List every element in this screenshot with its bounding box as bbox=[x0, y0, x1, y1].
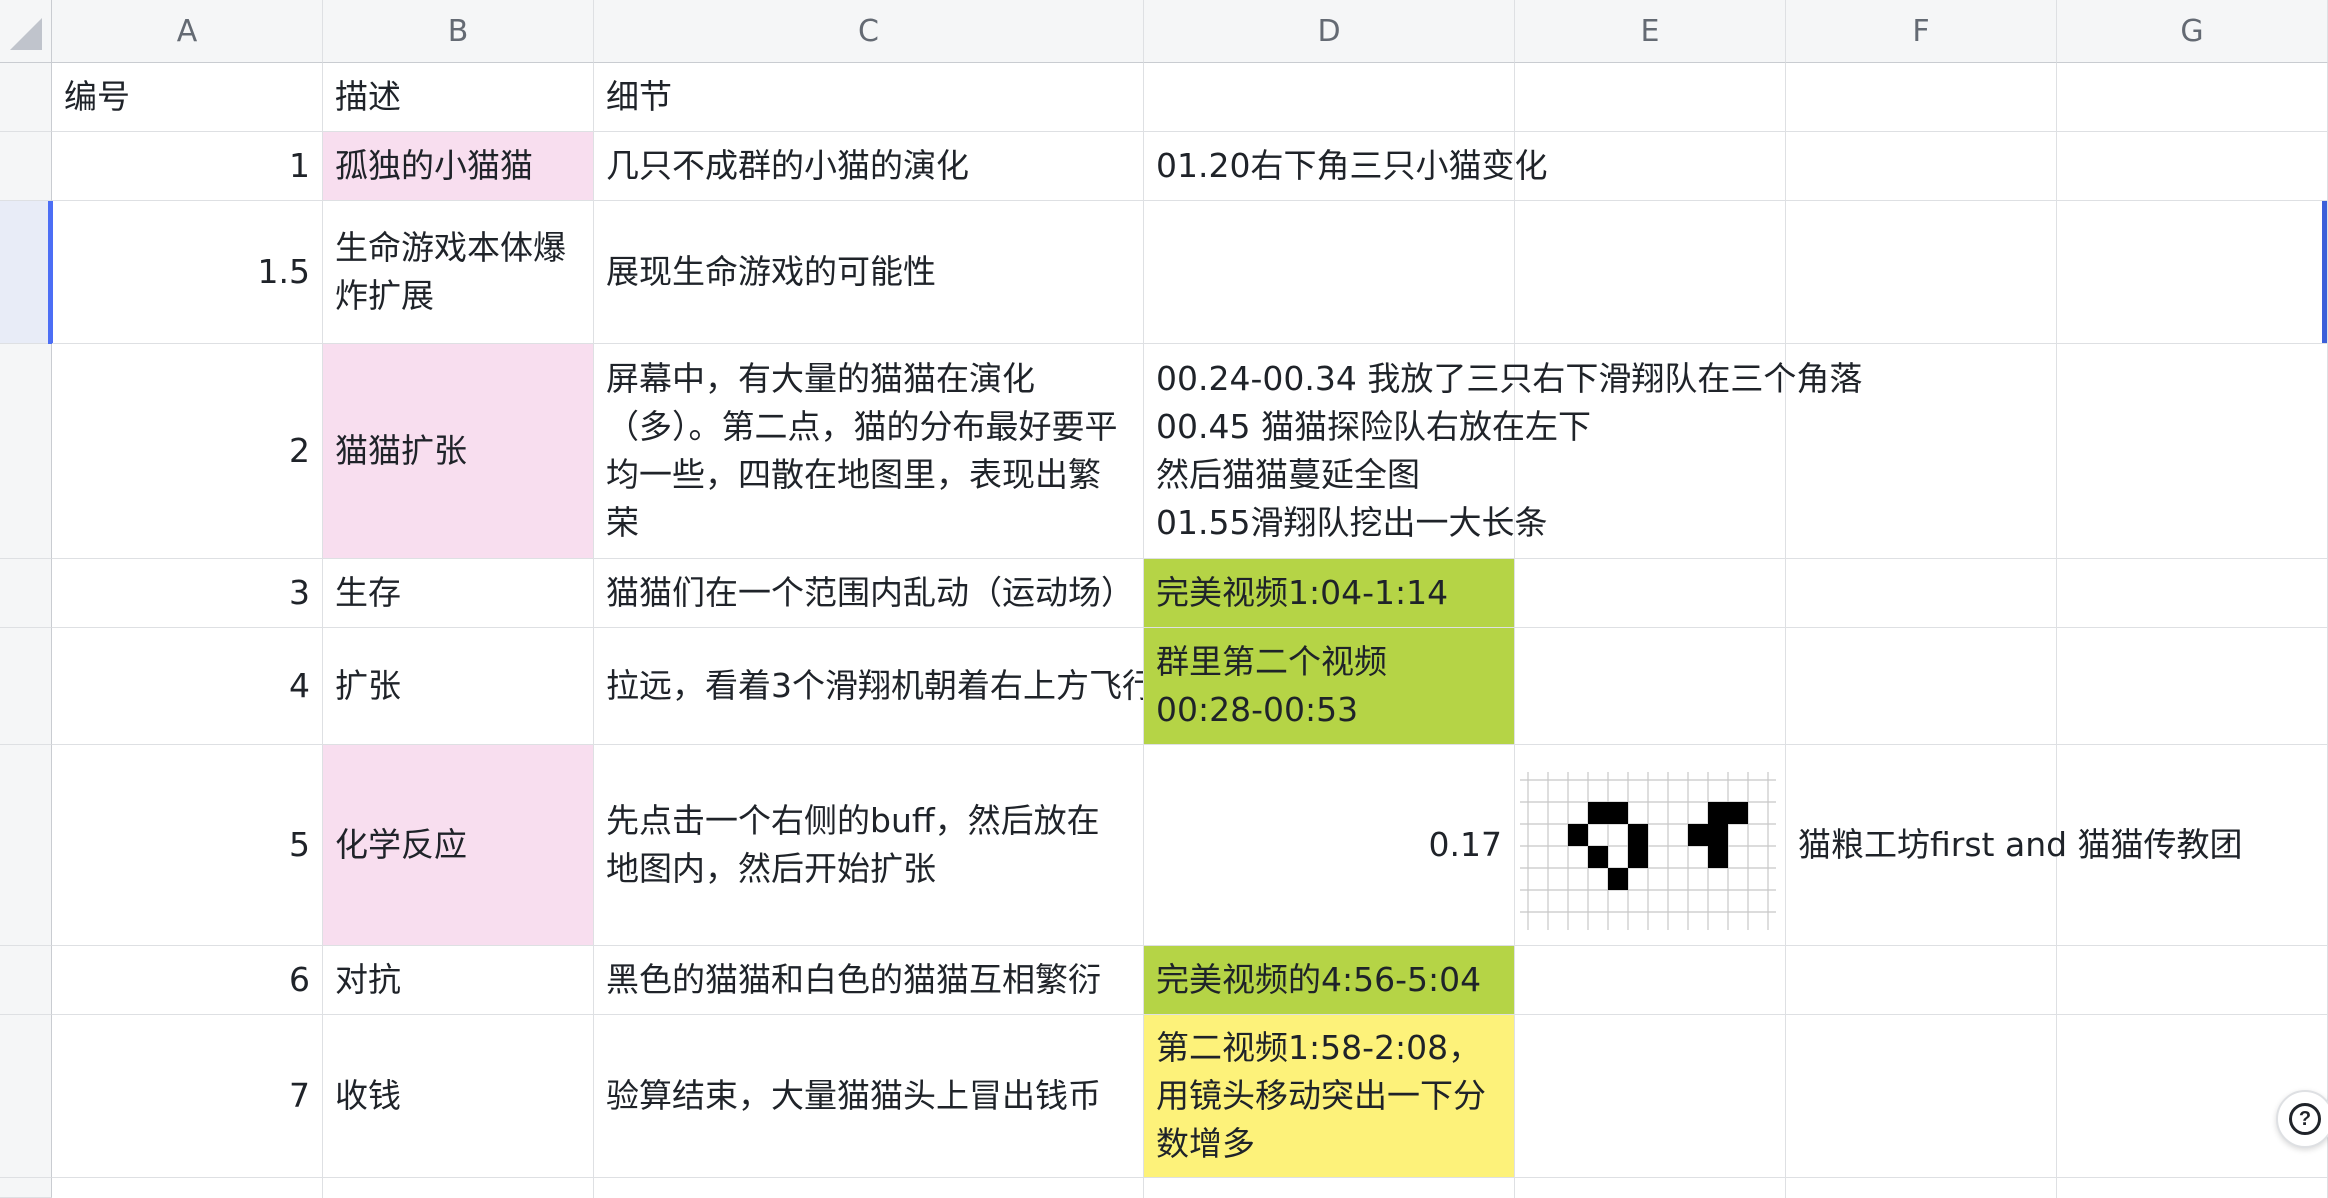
cell-b7[interactable]: 化学反应 bbox=[323, 745, 594, 946]
column-header-c[interactable]: C bbox=[594, 0, 1144, 63]
cell-d8[interactable]: 完美视频的4:56-5:04 bbox=[1144, 946, 1515, 1015]
cell-c10[interactable] bbox=[594, 1178, 1144, 1198]
cell-a3[interactable]: 1.5 bbox=[52, 201, 323, 344]
detail-line: 00.24-00.34 我放了三只右下滑翔队在三个角落 bbox=[1156, 359, 1863, 398]
cell-d10[interactable] bbox=[1144, 1178, 1515, 1198]
cell-a6[interactable]: 4 bbox=[52, 628, 323, 745]
cell-b6[interactable]: 扩张 bbox=[323, 628, 594, 745]
detail-line: 01.55滑翔队挖出一大长条 bbox=[1156, 503, 1548, 542]
cell-d1[interactable] bbox=[1144, 63, 1515, 132]
cell-a4[interactable]: 2 bbox=[52, 344, 323, 559]
cell-e1[interactable] bbox=[1515, 63, 1786, 132]
cell-g10[interactable] bbox=[2057, 1178, 2328, 1198]
cell-b4[interactable]: 猫猫扩张 bbox=[323, 344, 594, 559]
cell-a7[interactable]: 5 bbox=[52, 745, 323, 946]
cell-e3[interactable] bbox=[1515, 201, 1786, 344]
cell-g5[interactable] bbox=[2057, 559, 2328, 628]
cell-c2[interactable]: 几只不成群的小猫的演化 bbox=[594, 132, 1144, 201]
cell-g4[interactable] bbox=[2057, 344, 2328, 559]
row-header[interactable] bbox=[0, 559, 52, 628]
row-header[interactable] bbox=[0, 1178, 52, 1198]
question-mark-icon: ? bbox=[2289, 1103, 2321, 1135]
column-header-b[interactable]: B bbox=[323, 0, 594, 63]
column-header-g[interactable]: G bbox=[2057, 0, 2328, 63]
cell-a10[interactable] bbox=[52, 1178, 323, 1198]
cell-f2[interactable] bbox=[1786, 132, 2057, 201]
row-header[interactable] bbox=[0, 745, 52, 946]
cell-e2[interactable] bbox=[1515, 132, 1786, 201]
row-header-selected[interactable] bbox=[0, 201, 52, 344]
cell-d4[interactable]: 00.24-00.34 我放了三只右下滑翔队在三个角落 00.45 猫猫探险队右… bbox=[1144, 344, 1862, 559]
cell-f1[interactable] bbox=[1786, 63, 2057, 132]
row-header[interactable] bbox=[0, 63, 52, 132]
cell-d6[interactable]: 群里第二个视频 00:28-00:53 bbox=[1144, 628, 1515, 745]
cell-e6[interactable] bbox=[1515, 628, 1786, 745]
cell-c9[interactable]: 验算结束，大量猫猫头上冒出钱币 bbox=[594, 1015, 1144, 1178]
cell-g6[interactable] bbox=[2057, 628, 2328, 745]
cell-c3[interactable]: 展现生命游戏的可能性 bbox=[594, 201, 1144, 344]
cell-b10[interactable] bbox=[323, 1178, 594, 1198]
cell-c7[interactable]: 先点击一个右侧的buff，然后放在地图内，然后开始扩张 bbox=[594, 745, 1144, 946]
cell-e5[interactable] bbox=[1515, 559, 1786, 628]
cell-f10[interactable] bbox=[1786, 1178, 2057, 1198]
cell-c4[interactable]: 屏幕中，有大量的猫猫在演化（多）。第二点，猫的分布最好要平均一些，四散在地图里，… bbox=[594, 344, 1144, 559]
column-header-a[interactable]: A bbox=[52, 0, 323, 63]
cell-g3[interactable] bbox=[2057, 201, 2328, 344]
row-header[interactable] bbox=[0, 946, 52, 1015]
cell-a5[interactable]: 3 bbox=[52, 559, 323, 628]
cell-f8[interactable] bbox=[1786, 946, 2057, 1015]
cell-e8[interactable] bbox=[1515, 946, 1786, 1015]
cell-b9[interactable]: 收钱 bbox=[323, 1015, 594, 1178]
column-header-d[interactable]: D bbox=[1144, 0, 1515, 63]
cell-e9[interactable] bbox=[1515, 1015, 1786, 1178]
cell-f9[interactable] bbox=[1786, 1015, 2057, 1178]
cell-g2[interactable] bbox=[2057, 132, 2328, 201]
cell-f6[interactable] bbox=[1786, 628, 2057, 745]
cell-d2[interactable]: 01.20右下角三只小猫变化 bbox=[1144, 132, 1547, 201]
cell-a2[interactable]: 1 bbox=[52, 132, 323, 201]
cell-d7[interactable]: 0.17 bbox=[1144, 745, 1515, 946]
cell-e7[interactable] bbox=[1515, 745, 1786, 946]
glider-pattern-image bbox=[1520, 772, 1776, 930]
cell-b5[interactable]: 生存 bbox=[323, 559, 594, 628]
detail-line: 然后猫猫蔓延全图 bbox=[1156, 455, 1420, 494]
row-header[interactable] bbox=[0, 344, 52, 559]
help-button[interactable]: ? bbox=[2276, 1090, 2328, 1148]
cell-b8[interactable]: 对抗 bbox=[323, 946, 594, 1015]
row-header[interactable] bbox=[0, 628, 52, 745]
cell-f5[interactable] bbox=[1786, 559, 2057, 628]
column-header-f[interactable]: F bbox=[1786, 0, 2057, 63]
cell-c1[interactable]: 细节 bbox=[594, 63, 1144, 132]
row-header[interactable] bbox=[0, 132, 52, 201]
cell-d9[interactable]: 第二视频1:58-2:08，用镜头移动突出一下分数增多 bbox=[1144, 1015, 1515, 1178]
row-header[interactable] bbox=[0, 1015, 52, 1178]
cell-g8[interactable] bbox=[2057, 946, 2328, 1015]
cell-b1[interactable]: 描述 bbox=[323, 63, 594, 132]
cell-b2[interactable]: 孤独的小猫猫 bbox=[323, 132, 594, 201]
cell-f3[interactable] bbox=[1786, 201, 2057, 344]
cell-c8[interactable]: 黑色的猫猫和白色的猫猫互相繁衍 bbox=[594, 946, 1144, 1015]
cell-c5[interactable]: 猫猫们在一个范围内乱动（运动场） bbox=[594, 559, 1144, 628]
detail-line: 00.45 猫猫探险队右放在左下 bbox=[1156, 407, 1591, 446]
cell-e10[interactable] bbox=[1515, 1178, 1786, 1198]
cell-b3[interactable]: 生命游戏本体爆炸扩展 bbox=[323, 201, 594, 344]
cell-d5[interactable]: 完美视频1:04-1:14 bbox=[1144, 559, 1515, 628]
spreadsheet-grid: A B C D E F G 编号 描述 细节 1 孤独的小猫猫 几只不成群的小猫… bbox=[0, 0, 2328, 1198]
cell-a1[interactable]: 编号 bbox=[52, 63, 323, 132]
cell-d3[interactable] bbox=[1144, 201, 1515, 344]
cell-a8[interactable]: 6 bbox=[52, 946, 323, 1015]
cell-a9[interactable]: 7 bbox=[52, 1015, 323, 1178]
cell-f7[interactable]: 猫粮工坊first and 猫猫传教团 bbox=[1786, 745, 2243, 946]
select-all-triangle-icon bbox=[10, 18, 42, 50]
column-header-e[interactable]: E bbox=[1515, 0, 1786, 63]
cell-g1[interactable] bbox=[2057, 63, 2328, 132]
cell-c6[interactable]: 拉远，看着3个滑翔机朝着右上方飞行 bbox=[594, 628, 1144, 745]
select-all-corner[interactable] bbox=[0, 0, 52, 63]
